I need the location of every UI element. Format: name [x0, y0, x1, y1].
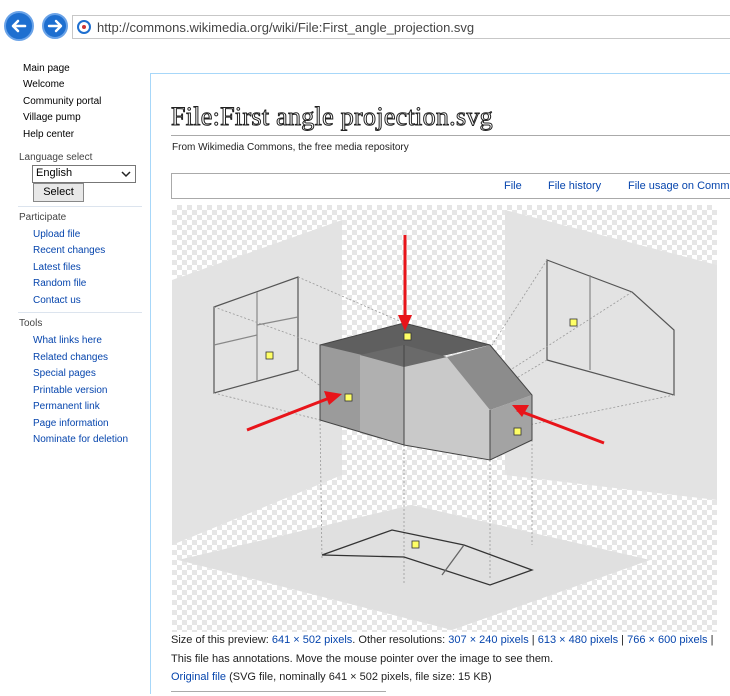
annotation-marker[interactable]	[344, 393, 353, 402]
back-button[interactable]	[4, 11, 34, 41]
annotation-marker[interactable]	[569, 318, 578, 327]
tab-file[interactable]: File	[504, 180, 522, 192]
divider	[18, 206, 142, 207]
language-dropdown-value: English	[36, 167, 73, 179]
sidebar-link-village-pump[interactable]: Village pump	[23, 112, 81, 123]
sidebar-link-contact-us[interactable]: Contact us	[33, 295, 81, 306]
language-select-button[interactable]: Select	[33, 183, 84, 202]
annotation-marker[interactable]	[403, 332, 412, 341]
language-dropdown[interactable]: English	[32, 165, 136, 183]
sidebar-link-printable-version[interactable]: Printable version	[33, 385, 107, 396]
page-title: File:First angle projection.svg	[171, 102, 494, 132]
other-resolutions-label: . Other resolutions:	[352, 634, 449, 646]
browser-toolbar: http://commons.wikimedia.org/wiki/File:F…	[0, 0, 730, 56]
original-file-link[interactable]: Original file	[171, 671, 226, 683]
separator: |	[618, 634, 628, 646]
sidebar-link-welcome[interactable]: Welcome	[23, 79, 65, 90]
annotation-marker[interactable]	[411, 540, 420, 549]
annotation-marker[interactable]	[513, 427, 522, 436]
original-file-details: (SVG file, nominally 641 × 502 pixels, f…	[226, 671, 492, 683]
separator: |	[707, 634, 714, 646]
tools-heading: Tools	[19, 318, 43, 329]
address-bar[interactable]: http://commons.wikimedia.org/wiki/File:F…	[72, 15, 730, 39]
page-subtitle: From Wikimedia Commons, the free media r…	[172, 142, 409, 153]
tab-file-usage[interactable]: File usage on Comm	[628, 180, 730, 192]
sidebar-link-permanent-link[interactable]: Permanent link	[33, 401, 100, 412]
sidebar-link-upload-file[interactable]: Upload file	[33, 229, 80, 240]
divider	[18, 312, 142, 313]
sidebar-link-related-changes[interactable]: Related changes	[33, 352, 108, 363]
preview-size-link[interactable]: 641 × 502 pixels	[272, 634, 352, 646]
tab-file-history[interactable]: File history	[548, 180, 601, 192]
annotation-marker[interactable]	[265, 351, 274, 360]
sidebar-link-help-center[interactable]: Help center	[23, 129, 74, 140]
sidebar-link-community-portal[interactable]: Community portal	[23, 96, 101, 107]
sidebar-link-recent-changes[interactable]: Recent changes	[33, 245, 105, 256]
content-area: File:First angle projection.svg From Wik…	[150, 73, 730, 694]
annotations-notice: This file has annotations. Move the mous…	[171, 653, 554, 665]
preview-size-label: Size of this preview:	[171, 634, 272, 646]
first-angle-projection-drawing	[172, 210, 717, 630]
resolution-link-766[interactable]: 766 × 600 pixels	[627, 634, 707, 646]
wikimedia-favicon-icon	[77, 20, 91, 34]
url-text: http://commons.wikimedia.org/wiki/File:F…	[97, 20, 475, 35]
sidebar-link-what-links-here[interactable]: What links here	[33, 335, 102, 346]
preview-size-line: Size of this preview: 641 × 502 pixels. …	[171, 634, 713, 646]
sidebar-link-special-pages[interactable]: Special pages	[33, 368, 96, 379]
separator: |	[528, 634, 538, 646]
sidebar-link-latest-files[interactable]: Latest files	[33, 262, 81, 273]
file-tabs: File File history File usage on Comm	[171, 173, 730, 199]
participate-heading: Participate	[19, 212, 67, 223]
title-divider	[171, 135, 730, 136]
file-preview-image[interactable]	[172, 205, 717, 632]
chevron-down-icon	[121, 171, 131, 178]
forward-arrow-icon	[47, 19, 63, 33]
sidebar-link-random-file[interactable]: Random file	[33, 278, 86, 289]
sidebar-link-main-page[interactable]: Main page	[23, 63, 70, 74]
original-file-line: Original file (SVG file, nominally 641 ×…	[171, 671, 492, 683]
back-arrow-icon	[11, 19, 27, 33]
resolution-link-613[interactable]: 613 × 480 pixels	[538, 634, 618, 646]
resolution-link-307[interactable]: 307 × 240 pixels	[448, 634, 528, 646]
sidebar-link-page-information[interactable]: Page information	[33, 418, 109, 429]
sidebar-link-nominate-for-deletion[interactable]: Nominate for deletion	[33, 434, 128, 445]
language-select-heading: Language select	[19, 152, 93, 163]
forward-button[interactable]	[42, 13, 68, 39]
